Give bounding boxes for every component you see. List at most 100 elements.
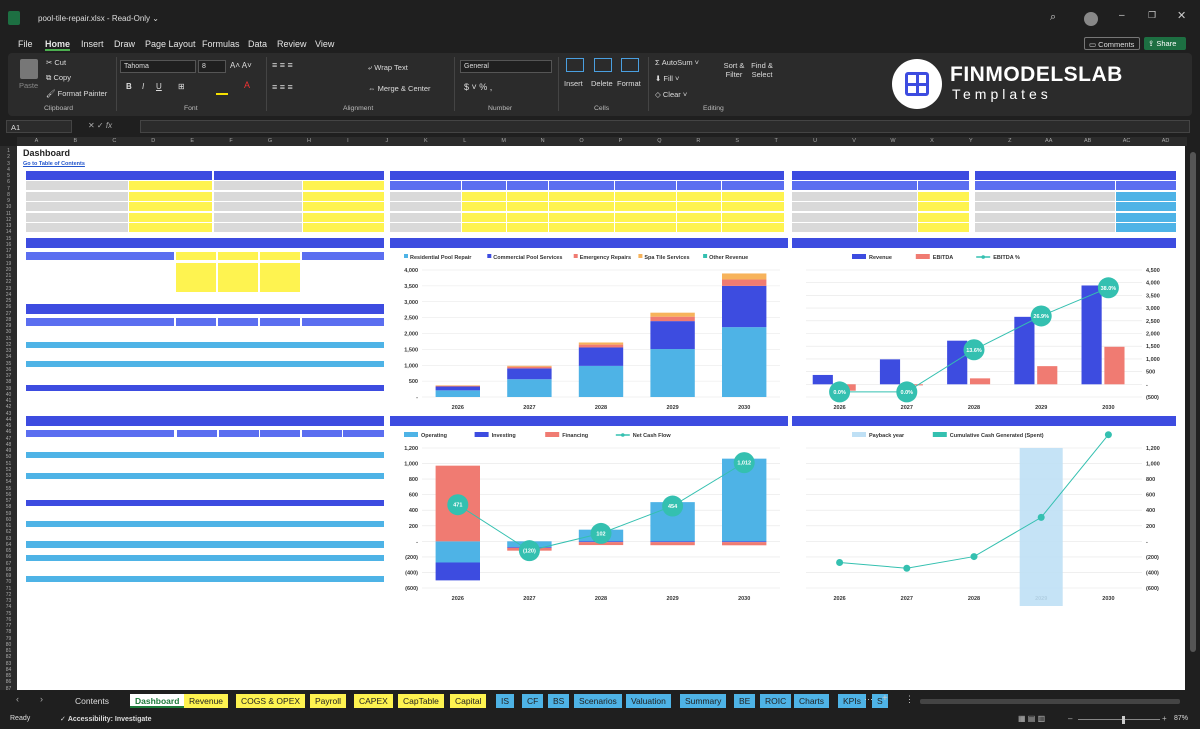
row-header[interactable]: 43 [1,411,16,417]
row-header[interactable]: 22 [1,279,16,285]
row-header[interactable]: 9 [1,198,16,204]
menu-home[interactable]: Home [45,39,71,51]
row-header[interactable]: 72 [1,592,16,598]
tab-is[interactable]: IS [496,694,515,708]
row-header[interactable]: 85 [1,673,16,679]
tab-payroll[interactable]: Payroll [310,694,346,708]
accessibility-status[interactable]: ✓ Accessibility: Investigate [60,715,151,723]
debt-cell[interactable] [462,212,506,222]
row-header[interactable]: 66 [1,554,16,560]
align-left-icon[interactable]: ≡ ≡ ≡ [272,82,293,92]
tab-scroll-left-icon[interactable]: ‹ [16,694,19,704]
setup-input[interactable] [129,212,212,222]
delete-button[interactable]: Delete [591,79,613,88]
column-header[interactable]: M [484,138,523,144]
row-header[interactable]: 17 [1,248,16,254]
setup-input[interactable] [129,223,212,232]
format-painter-button[interactable]: 🖌 Format Painter [46,89,107,98]
wc-input[interactable] [918,202,969,211]
row-header[interactable]: 26 [1,304,16,310]
autosum-button[interactable]: Σ AutoSum ˅ [655,58,699,67]
clear-button[interactable]: ◇ Clear ˅ [655,90,687,99]
row-header[interactable]: 6 [1,179,16,185]
paste-icon[interactable] [20,59,38,79]
row-header[interactable]: 54 [1,479,16,485]
formula-input[interactable] [140,120,1190,133]
row-header[interactable]: 5 [1,173,16,179]
zoom-slider-thumb[interactable] [1122,716,1125,724]
menu-file[interactable]: File [18,39,33,49]
more-tabs-icon[interactable]: ⋯ [864,694,873,705]
row-header[interactable]: 77 [1,623,16,629]
debt-cell[interactable] [549,191,614,201]
row-header[interactable]: 46 [1,429,16,435]
row-header[interactable]: 34 [1,354,16,360]
column-header[interactable]: AD [1146,138,1185,144]
row-header[interactable]: 64 [1,542,16,548]
row-header[interactable]: 33 [1,348,16,354]
tab-revenue[interactable]: Revenue [184,694,229,708]
tab-contents[interactable]: Contents [70,694,115,708]
align-top-icon[interactable]: ≡ ≡ ≡ [272,60,293,70]
row-header[interactable]: 63 [1,536,16,542]
debt-cell[interactable] [507,202,548,211]
setup-input[interactable] [129,181,212,190]
debt-cell[interactable] [615,223,676,232]
row-header[interactable]: 1 [1,148,16,154]
row-header[interactable]: 42 [1,404,16,410]
currency-input[interactable] [303,202,384,211]
row-header[interactable]: 32 [1,342,16,348]
sm-cell[interactable] [176,286,216,293]
menu-insert[interactable]: Insert [81,39,104,49]
setup-input[interactable] [129,202,212,211]
row-header[interactable]: 29 [1,323,16,329]
row-header[interactable]: 79 [1,636,16,642]
row-header[interactable]: 20 [1,267,16,273]
column-header[interactable]: D [134,138,173,144]
row-header[interactable]: 47 [1,436,16,442]
font-name-select[interactable]: Tahoma [120,60,196,73]
row-header[interactable]: 19 [1,261,16,267]
share-button[interactable]: ⇪ Share [1144,37,1186,50]
column-header[interactable]: AA [1029,138,1068,144]
insert-button[interactable]: Insert [564,79,583,88]
currency-input[interactable] [303,223,384,232]
zoom-slider[interactable] [1078,719,1160,720]
borders-icon[interactable]: ⊞ [178,82,185,91]
column-header[interactable]: Y [951,138,990,144]
horizontal-scrollbar[interactable] [920,699,1180,704]
row-header[interactable]: 13 [1,223,16,229]
toc-link[interactable]: Go to Table of Contents [23,161,85,167]
column-header[interactable]: W [874,138,913,144]
debt-cell[interactable] [615,202,676,211]
sm-cell[interactable] [260,286,300,293]
row-header[interactable]: 52 [1,467,16,473]
row-header[interactable]: 31 [1,336,16,342]
row-header[interactable]: 11 [1,211,16,217]
close-icon[interactable]: ✕ [1177,9,1186,22]
comments-button[interactable]: ▭ Comments [1084,37,1140,50]
row-header[interactable]: 28 [1,317,16,323]
column-header[interactable]: AC [1107,138,1146,144]
column-header[interactable]: J [367,138,406,144]
row-header[interactable]: 48 [1,442,16,448]
column-header[interactable]: U [796,138,835,144]
tab-valuation[interactable]: Valuation [626,694,671,708]
row-header[interactable]: 75 [1,611,16,617]
tab-dashboard[interactable]: Dashboard [130,694,185,708]
format-cells-icon[interactable] [621,58,639,72]
debt-cell[interactable] [462,202,506,211]
row-header[interactable]: 82 [1,654,16,660]
row-header[interactable]: 58 [1,504,16,510]
wrap-text-button[interactable]: ⤶ Wrap Text [368,63,408,73]
row-header[interactable]: 83 [1,661,16,667]
merge-center-button[interactable]: ⇔ Merge & Center [368,84,431,93]
debt-cell[interactable] [507,191,548,201]
row-header[interactable]: 73 [1,598,16,604]
row-header[interactable]: 36 [1,367,16,373]
currency-input[interactable] [303,191,384,201]
currency-format-icon[interactable]: $ ˅ % , [464,82,492,92]
row-header[interactable]: 21 [1,273,16,279]
column-header[interactable]: T [757,138,796,144]
tab-captable[interactable]: CapTable [398,694,444,708]
